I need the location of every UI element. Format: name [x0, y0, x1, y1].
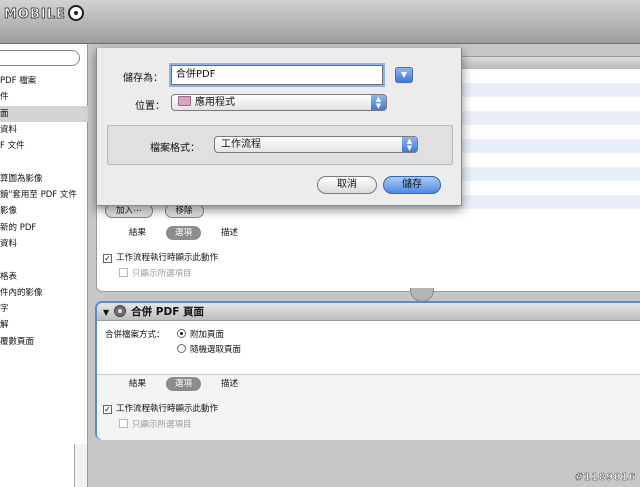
show-action-label: 工作流程執行時顯示此動作: [116, 253, 219, 263]
radio-selected-icon: [177, 329, 186, 338]
logo-mark-icon: [67, 5, 84, 21]
show-selected-checkbox[interactable]: [119, 419, 128, 428]
add-button[interactable]: 加入⋯: [105, 204, 153, 218]
remove-button[interactable]: 移除: [164, 204, 204, 218]
updown-arrows-icon: ▲ ▼: [402, 137, 417, 152]
radio-label: 附加頁面: [190, 330, 225, 340]
action-connector: [410, 288, 434, 302]
save-as-label: 儲存為：: [123, 73, 163, 84]
action-2-tabs: 結果 選項 描述: [129, 377, 258, 391]
location-label: 位置：: [135, 101, 165, 112]
location-value: 應用程式: [195, 97, 235, 108]
show-action-checkbox[interactable]: ✓: [103, 405, 112, 414]
file-format-popup[interactable]: 工作流程 ▲ ▼: [214, 136, 418, 153]
action-list: PDF 檔案 件 面 資料 F 文件 算圖為影像 鏡"套用至 PDF 文件 影像…: [0, 73, 88, 350]
applications-folder-icon: [178, 96, 191, 106]
mobile01-logo: MOBILE: [4, 5, 84, 22]
action-list-item[interactable]: F 文件: [0, 138, 88, 154]
action-list-item[interactable]: 覆數頁面: [0, 334, 88, 350]
action-list-item[interactable]: 件內的影像: [0, 285, 88, 301]
cancel-button[interactable]: 取消: [317, 176, 377, 194]
action-library-sidebar: PDF 檔案 件 面 資料 F 文件 算圖為影像 鏡"套用至 PDF 文件 影像…: [0, 44, 88, 487]
file-format-box: 檔案格式： 工作流程 ▲ ▼: [107, 125, 453, 165]
action-list-item[interactable]: 字: [0, 301, 88, 317]
action-list-item[interactable]: 件: [0, 89, 88, 105]
location-popup[interactable]: 應用程式 ▲ ▼: [171, 94, 387, 111]
combine-pdf-action[interactable]: ▼ 合併 PDF 頁面 合併檔案方式： 附加頁面 隨機選取頁面 結果 選項 描述 ✓ 工…: [95, 301, 640, 440]
tab-description[interactable]: 描述: [221, 226, 238, 240]
save-sheet: 儲存為： 合併PDF ▼ 位置： 應用程式 ▲ ▼ 檔案格式： 工作流程 ▲ ▼ 取…: [96, 48, 462, 206]
action-list-item-selected[interactable]: 面: [0, 105, 88, 122]
show-action-checkbox[interactable]: ✓: [103, 254, 112, 263]
save-as-field[interactable]: 合併PDF: [171, 65, 383, 85]
combine-pdf-options: 合併檔案方式： 附加頁面 隨機選取頁面: [97, 321, 640, 374]
file-format-label: 檔案格式：: [150, 143, 200, 154]
list-buttons: 加入⋯ 移除: [105, 204, 216, 220]
action-list-item[interactable]: 新的 PDF: [0, 220, 88, 236]
show-action-row: ✓ 工作流程執行時顯示此動作: [103, 403, 218, 415]
tab-description[interactable]: 描述: [221, 377, 238, 391]
show-selected-label: 只顯示所選項目: [132, 269, 192, 279]
tab-options[interactable]: 選項: [166, 226, 202, 240]
append-pages-radio[interactable]: 附加頁面: [177, 328, 224, 340]
combine-pdf-footer: 結果 選項 描述 ✓ 工作流程執行時顯示此動作 只顯示所選項目: [97, 374, 640, 440]
combine-pdf-header[interactable]: ▼ 合併 PDF 頁面: [97, 303, 640, 321]
chevron-down-icon: ▼: [400, 70, 408, 79]
expand-dialog-button[interactable]: ▼: [395, 67, 413, 83]
show-selected-checkbox[interactable]: [119, 268, 128, 277]
tab-results[interactable]: 結果: [129, 226, 146, 240]
action-list-item[interactable]: 鏡"套用至 PDF 文件: [0, 187, 88, 203]
merge-method-label: 合併檔案方式：: [105, 330, 165, 340]
action-list-item[interactable]: PDF 檔案: [0, 73, 88, 89]
action-1-tabs: 結果 選項 描述: [129, 226, 258, 240]
action-list-item[interactable]: 資料: [0, 122, 88, 138]
radio-label: 隨機選取頁面: [190, 345, 242, 355]
automator-icon: [114, 305, 127, 317]
window-toolbar: MOBILE: [0, 0, 640, 44]
show-selected-label: 只顯示所選項目: [132, 420, 192, 430]
shuffle-pages-radio[interactable]: 隨機選取頁面: [177, 343, 241, 355]
action-list-item[interactable]: 算圖為影像: [0, 171, 88, 187]
collapse-triangle-icon[interactable]: ▼: [103, 304, 109, 322]
tab-options[interactable]: 選項: [166, 377, 202, 391]
tab-results[interactable]: 結果: [129, 377, 146, 391]
library-search-field[interactable]: [0, 50, 80, 66]
radio-icon: [177, 344, 186, 353]
file-format-value: 工作流程: [221, 139, 261, 150]
description-pane-scrollbar[interactable]: [74, 444, 87, 487]
action-list-item[interactable]: 資料: [0, 236, 88, 252]
updown-arrows-icon: ▲ ▼: [371, 95, 386, 110]
action-list-item[interactable]: [0, 252, 88, 268]
show-action-row: ✓ 工作流程執行時顯示此動作: [103, 252, 218, 264]
show-action-label: 工作流程執行時顯示此動作: [116, 404, 219, 414]
action-list-item[interactable]: [0, 154, 88, 170]
watermark: #1189016: [574, 472, 636, 483]
action-list-item[interactable]: 格表: [0, 269, 88, 285]
action-title: 合併 PDF 頁面: [131, 306, 205, 318]
show-selected-row: 只顯示所選項目: [119, 419, 192, 431]
action-list-item[interactable]: 解: [0, 317, 88, 333]
save-button[interactable]: 儲存: [383, 176, 441, 194]
show-selected-row: 只顯示所選項目: [119, 268, 192, 280]
action-list-item[interactable]: 影像: [0, 203, 88, 219]
